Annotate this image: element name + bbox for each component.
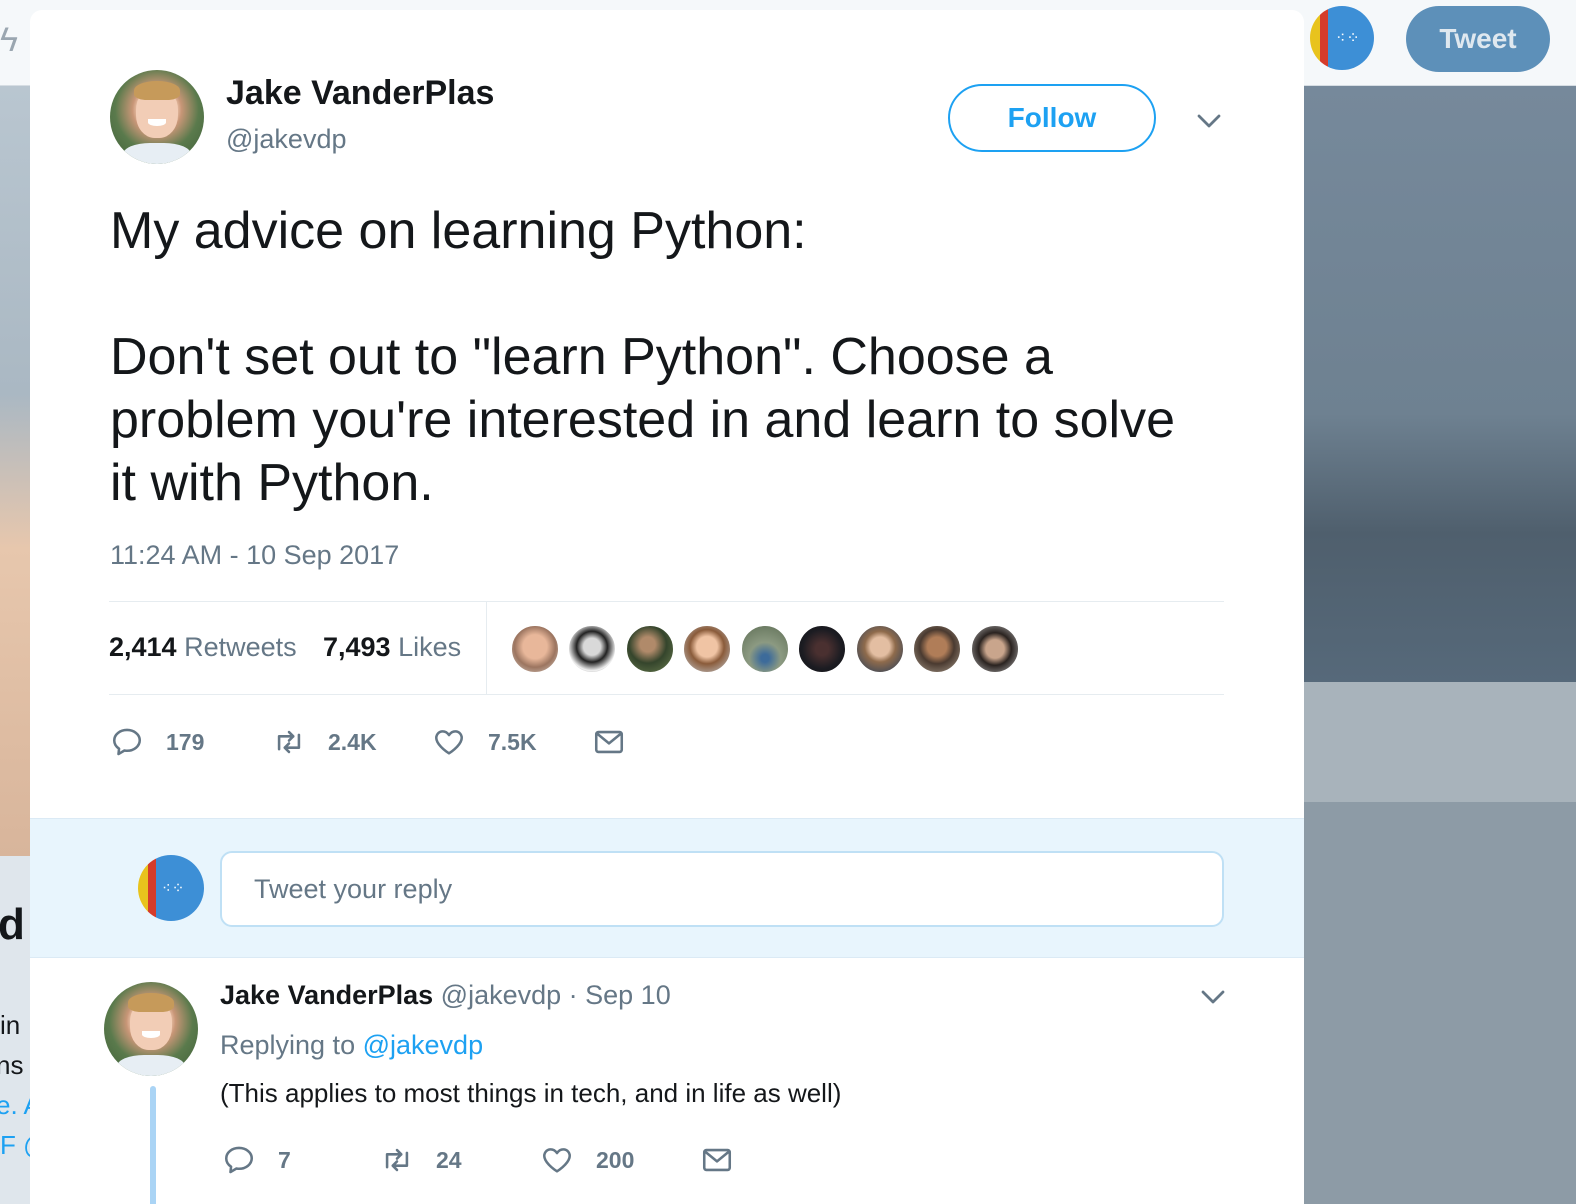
lightning-bolt-icon: ϟ xyxy=(0,21,18,59)
liker-avatar[interactable] xyxy=(855,624,905,674)
reply-author-name[interactable]: Jake VanderPlas xyxy=(220,980,433,1010)
retweet-count: 2.4K xyxy=(328,728,377,755)
retweet-action[interactable]: 24 xyxy=(380,1138,462,1182)
retweet-icon xyxy=(277,730,301,754)
liker-avatar[interactable] xyxy=(510,624,560,674)
left-text-fragment: d xyxy=(0,900,25,949)
thread-connector-line xyxy=(150,1086,156,1204)
replying-to: Replying to @jakevdp xyxy=(220,1030,483,1061)
like-action[interactable]: 200 xyxy=(540,1138,634,1182)
likes-count: 7,493 xyxy=(323,632,391,662)
author-handle[interactable]: @jakevdp xyxy=(226,124,346,155)
reply-count: 7 xyxy=(278,1146,291,1173)
follow-button[interactable]: Follow xyxy=(948,84,1156,152)
retweet-icon xyxy=(385,1148,409,1172)
like-count: 200 xyxy=(596,1146,635,1173)
tweet-stats: 2,414 Retweets 7,493 Likes xyxy=(109,601,1224,695)
reply-input[interactable] xyxy=(220,851,1224,927)
reply-action[interactable]: 7 xyxy=(222,1138,291,1182)
likes-label: Likes xyxy=(398,632,462,662)
background-profile-photo xyxy=(0,86,32,856)
reply-text: (This applies to most things in tech, an… xyxy=(220,1078,842,1108)
reply-count: 179 xyxy=(166,728,205,755)
retweets-label: Retweets xyxy=(184,632,297,662)
background-left-text: d in ns e. A F @ xyxy=(0,900,32,1170)
reply-composer: ⁖⁘ xyxy=(30,818,1304,958)
avatar-pattern: ⁖⁘ xyxy=(162,880,186,897)
liker-avatar[interactable] xyxy=(625,624,675,674)
current-user-avatar[interactable]: ⁖⁘ xyxy=(138,855,204,921)
envelope-icon xyxy=(594,730,624,754)
background-header-photo xyxy=(1304,86,1576,682)
retweets-count: 2,414 xyxy=(109,632,177,662)
retweets-stat[interactable]: 2,414 Retweets xyxy=(109,632,297,663)
stats-divider xyxy=(486,602,487,695)
heart-icon xyxy=(543,1148,571,1173)
retweet-action[interactable]: 2.4K xyxy=(272,720,377,764)
reply-bubble-icon xyxy=(224,1146,254,1174)
replying-prefix: Replying to xyxy=(220,1030,356,1060)
current-user-avatar[interactable]: ⁖⁘ xyxy=(1310,6,1374,70)
retweet-count: 24 xyxy=(436,1146,462,1173)
background-right-card xyxy=(1304,682,1576,802)
like-action[interactable]: 7.5K xyxy=(432,720,537,764)
tweet-text: My advice on learning Python: Don't set … xyxy=(110,202,1175,512)
left-text-fragment: ns xyxy=(0,1050,24,1080)
like-count: 7.5K xyxy=(488,728,537,755)
avatar-pattern: ⁖⁘ xyxy=(1336,30,1361,47)
liker-avatar[interactable] xyxy=(740,624,790,674)
direct-message-action[interactable] xyxy=(592,720,626,764)
reply-meta[interactable]: @jakevdp · Sep 10 xyxy=(441,980,671,1010)
left-text-fragment: e. A xyxy=(0,1090,32,1120)
author-avatar[interactable] xyxy=(110,70,204,164)
direct-message-action[interactable] xyxy=(700,1138,734,1182)
replying-to-handle-link[interactable]: @jakevdp xyxy=(363,1030,483,1060)
tweet-timestamp[interactable]: 11:24 AM - 10 Sep 2017 xyxy=(110,540,399,571)
liker-avatar[interactable] xyxy=(970,624,1020,674)
heart-icon xyxy=(435,730,463,755)
author-name[interactable]: Jake VanderPlas xyxy=(226,74,494,113)
compose-tweet-button[interactable]: Tweet xyxy=(1406,6,1550,72)
reply-author-avatar[interactable] xyxy=(104,982,198,1076)
liker-avatar[interactable] xyxy=(567,624,617,674)
envelope-icon xyxy=(702,1148,732,1172)
reply-action[interactable]: 179 xyxy=(110,720,204,764)
left-text-fragment: in xyxy=(0,1010,21,1040)
liker-avatar[interactable] xyxy=(912,624,962,674)
reply-bubble-icon xyxy=(112,728,142,756)
reply-header: Jake VanderPlas @jakevdp · Sep 10 xyxy=(220,980,671,1011)
left-text-fragment: F @ xyxy=(0,1130,32,1160)
likes-stat[interactable]: 7,493 Likes xyxy=(323,632,461,663)
liker-avatar[interactable] xyxy=(797,624,847,674)
chevron-down-icon[interactable] xyxy=(1198,982,1228,1012)
tweet-permalink-modal: Jake VanderPlas @jakevdp Follow My advic… xyxy=(30,10,1304,1204)
liker-avatar[interactable] xyxy=(682,624,732,674)
chevron-down-icon[interactable] xyxy=(1194,106,1224,136)
